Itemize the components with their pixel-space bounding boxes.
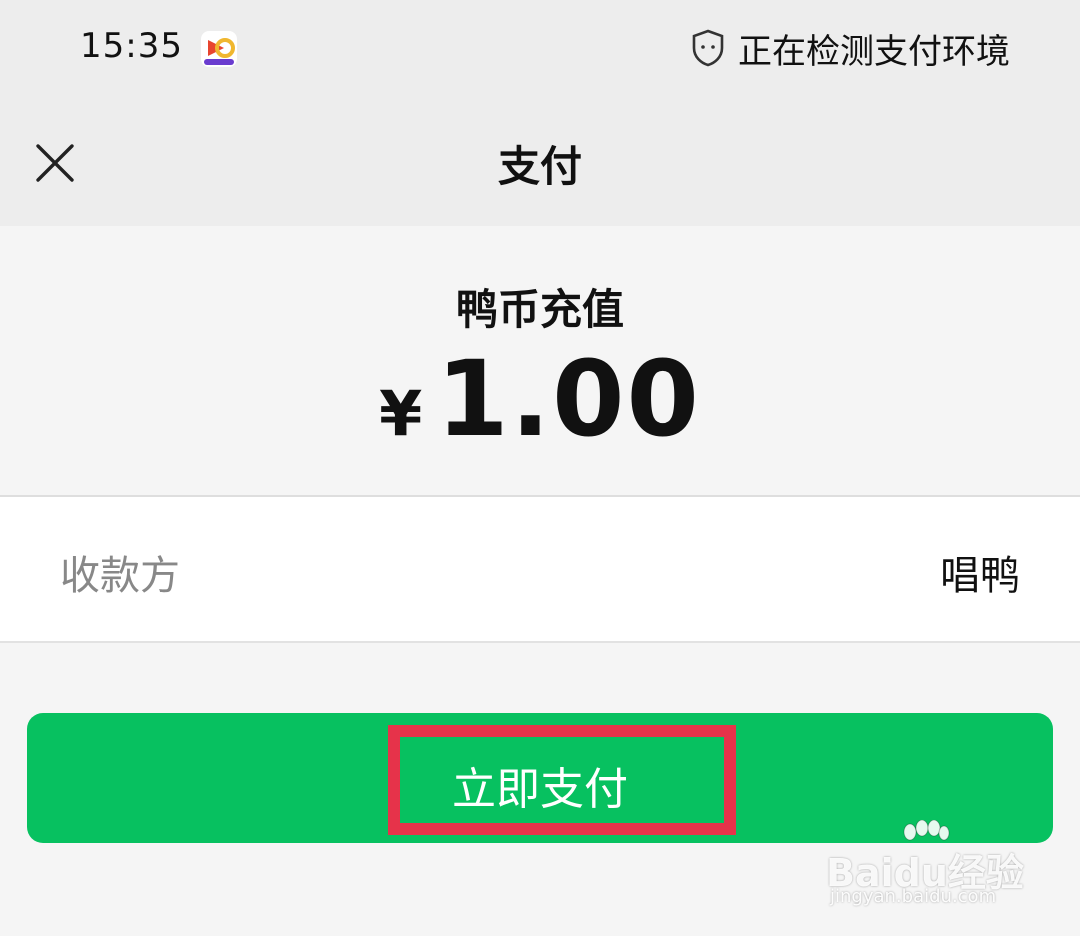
page-title: 支付 (497, 142, 582, 191)
order-name: 鸭币充值 (455, 285, 624, 334)
status-time: 15:35 (80, 26, 183, 66)
payment-page: 15:35 正在检测支付环境 支付 鸭币充值 ¥ 1.00 收款方 唱鸭 立即支… (0, 0, 1080, 936)
order-summary: 鸭币充值 ¥ 1.00 (0, 226, 1080, 496)
highlight-annotation (388, 725, 736, 835)
divider (0, 641, 1080, 643)
watermark: Baidu经验 jingyan.baidu.com (826, 820, 1046, 920)
payee-row: 收款方 唱鸭 (0, 497, 1080, 641)
security-status: 正在检测支付环境 (690, 26, 1010, 72)
watermark-url: jingyan.baidu.com (830, 886, 997, 907)
payee-label: 收款方 (60, 553, 180, 599)
amount-value: 1.00 (436, 338, 701, 460)
payee-value: 唱鸭 (940, 553, 1020, 599)
video-app-icon (200, 30, 238, 68)
shield-icon (690, 28, 726, 68)
payment-amount: ¥ 1.00 (0, 338, 1080, 460)
currency-symbol: ¥ (379, 377, 423, 450)
security-status-text: 正在检测支付环境 (738, 31, 1010, 72)
